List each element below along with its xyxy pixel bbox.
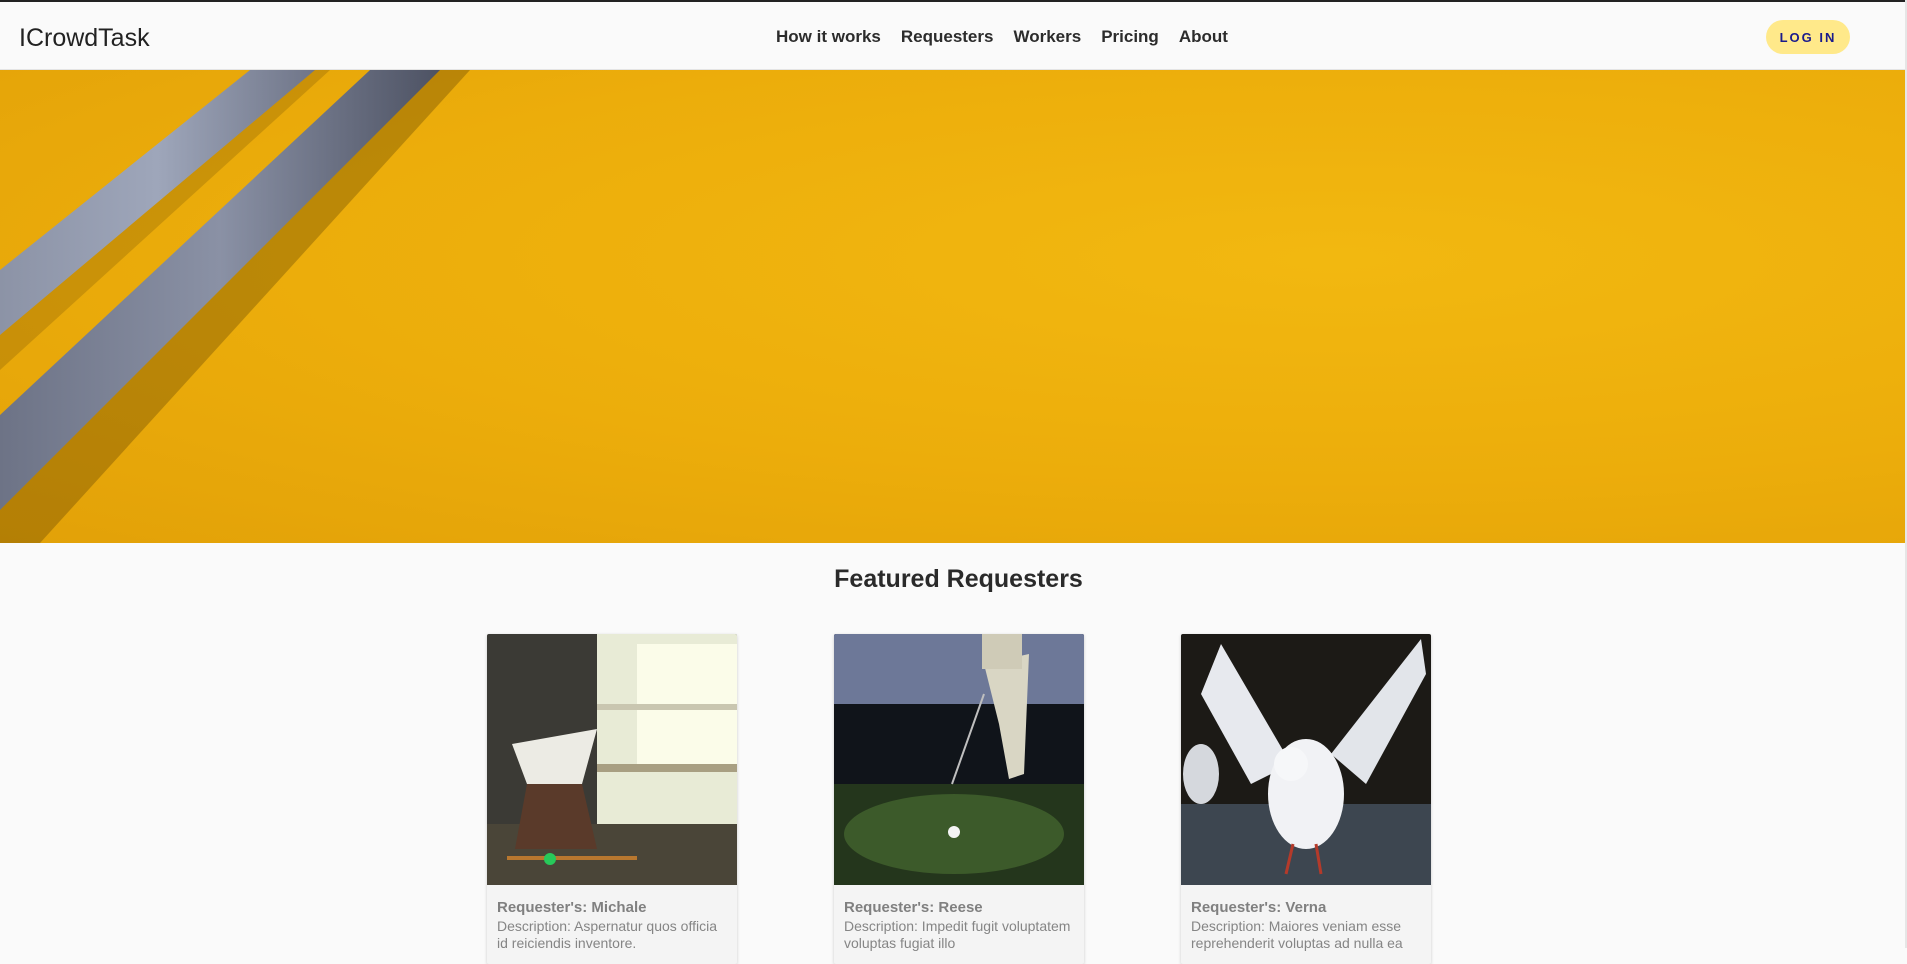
requester-card-verna[interactable]: Requester's: Verna Description: Maiores … xyxy=(1181,634,1431,964)
requester-photo-gull xyxy=(1181,634,1431,885)
pencils-illustration xyxy=(0,70,470,543)
requester-name: Requester's: Michale xyxy=(497,899,647,916)
login-button[interactable]: LOG IN xyxy=(1766,20,1850,54)
requester-photo-golf xyxy=(834,634,1084,885)
requester-description: Description: Maiores veniam esse reprehe… xyxy=(1191,918,1403,951)
brand-logo[interactable]: ICrowdTask xyxy=(19,24,150,53)
requester-photo-coffee xyxy=(487,634,737,885)
requester-description: Description: Impedit fugit voluptatem vo… xyxy=(844,918,1071,951)
requester-card-michale[interactable]: Requester's: Michale Description: Aspern… xyxy=(487,634,737,964)
featured-requesters-title: Featured Requesters xyxy=(834,565,1083,593)
requester-description: Description: Aspernatur quos officia id … xyxy=(497,918,717,951)
nav-pricing[interactable]: Pricing xyxy=(1101,27,1159,47)
nav-how-it-works[interactable]: How it works xyxy=(776,27,881,47)
requester-card-reese[interactable]: Requester's: Reese Description: Impedit … xyxy=(834,634,1084,964)
nav-about[interactable]: About xyxy=(1179,27,1228,47)
nav-requesters[interactable]: Requesters xyxy=(901,27,994,47)
requester-name: Requester's: Verna xyxy=(1191,899,1327,916)
nav-workers[interactable]: Workers xyxy=(1013,27,1081,47)
site-header: ICrowdTask How it works Requesters Worke… xyxy=(0,2,1905,70)
hero-banner-image xyxy=(0,70,1905,543)
requester-name: Requester's: Reese xyxy=(844,899,983,916)
main-nav: How it works Requesters Workers Pricing … xyxy=(776,27,1228,47)
